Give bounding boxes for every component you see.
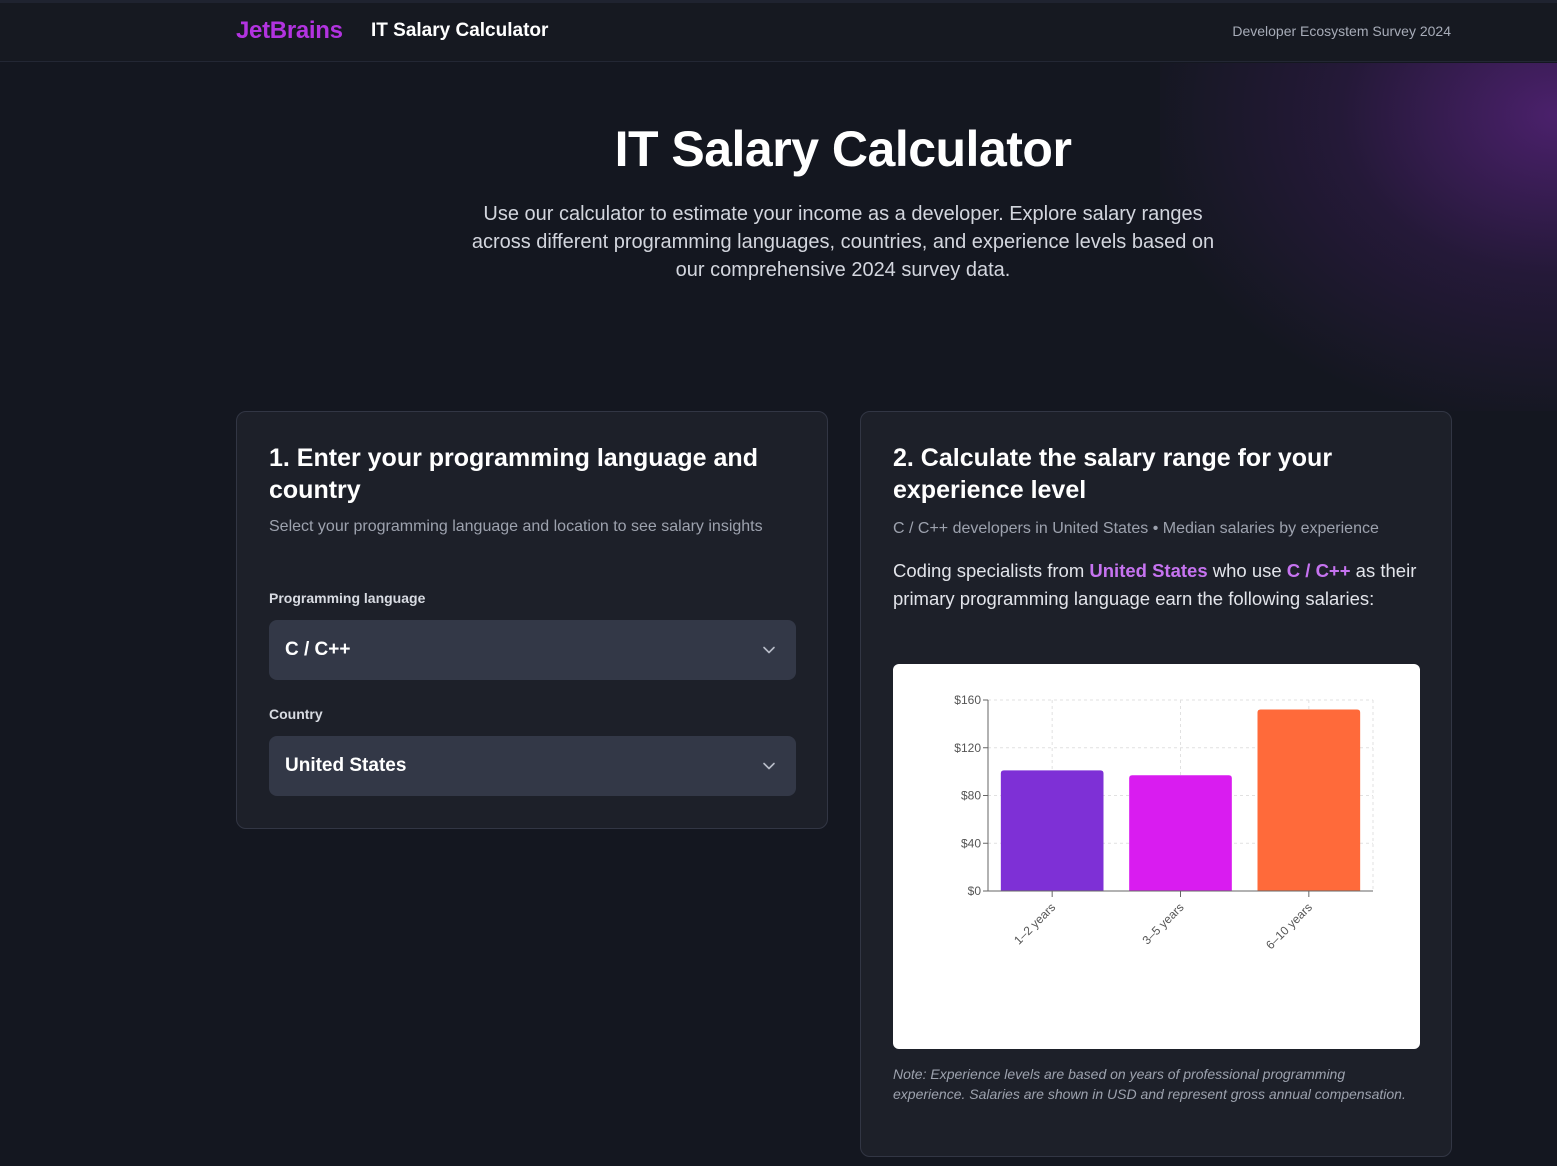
step1-title: 1. Enter your programming language and c… — [269, 444, 758, 504]
desc-middle: who use — [1207, 560, 1287, 581]
step2-card: 2. Calculate the salary range for your e… — [860, 411, 1452, 1157]
chevron-down-icon — [763, 646, 775, 654]
y-tick-label: $80 — [961, 789, 981, 803]
y-tick-label: $0 — [968, 884, 982, 898]
x-tick-label: 6–10 years — [1263, 900, 1315, 952]
language-select[interactable]: C / C++ — [269, 620, 796, 680]
language-label: Programming language — [269, 590, 426, 606]
survey-label: Developer Ecosystem Survey 2024 — [1232, 23, 1451, 39]
top-bar: JetBrains IT Salary Calculator Developer… — [0, 0, 1557, 62]
country-select-value: United States — [285, 755, 407, 776]
page-subtitle: Use our calculator to estimate your inco… — [471, 203, 1215, 281]
salary-description: Coding specialists from United States wh… — [893, 557, 1423, 613]
step2-title: 2. Calculate the salary range for your e… — [893, 444, 1333, 504]
step2-subtitle: C / C++ developers in United States • Me… — [893, 520, 1379, 537]
y-tick-label: $160 — [954, 693, 981, 707]
salary-chart-svg: $0 $40 $80 $120 $160 1–2 years 3–5 years 6–10 y… — [954, 693, 1374, 952]
chevron-down-icon — [763, 762, 775, 770]
bar — [1000, 770, 1104, 891]
salary-chart: $0 $40 $80 $120 $160 1–2 years 3–5 years 6–10 y… — [893, 664, 1420, 1049]
desc-country: United States — [1089, 560, 1208, 581]
desc-prefix: Coding specialists from — [893, 560, 1090, 581]
bar — [1129, 775, 1232, 891]
step1-card: 1. Enter your programming language and c… — [236, 411, 828, 829]
page-title: IT Salary Calculator — [614, 121, 1072, 177]
x-tick-label: 1–2 years — [1011, 900, 1058, 947]
country-label: Country — [269, 706, 323, 722]
language-select-value: C / C++ — [285, 639, 351, 660]
y-tick-label: $40 — [961, 836, 981, 850]
step1-subtitle: Select your programming language and loc… — [269, 518, 763, 535]
x-tick-label: 3–5 years — [1139, 900, 1186, 947]
jetbrains-logo[interactable]: JetBrains — [236, 17, 343, 45]
chart-note: Note: Experience levels are based on yea… — [893, 1066, 1406, 1102]
desc-language: C / C++ — [1286, 560, 1351, 581]
app-title[interactable]: IT Salary Calculator — [371, 20, 548, 42]
y-tick-label: $120 — [954, 741, 981, 755]
country-select[interactable]: United States — [269, 736, 796, 796]
bar — [1257, 709, 1361, 891]
